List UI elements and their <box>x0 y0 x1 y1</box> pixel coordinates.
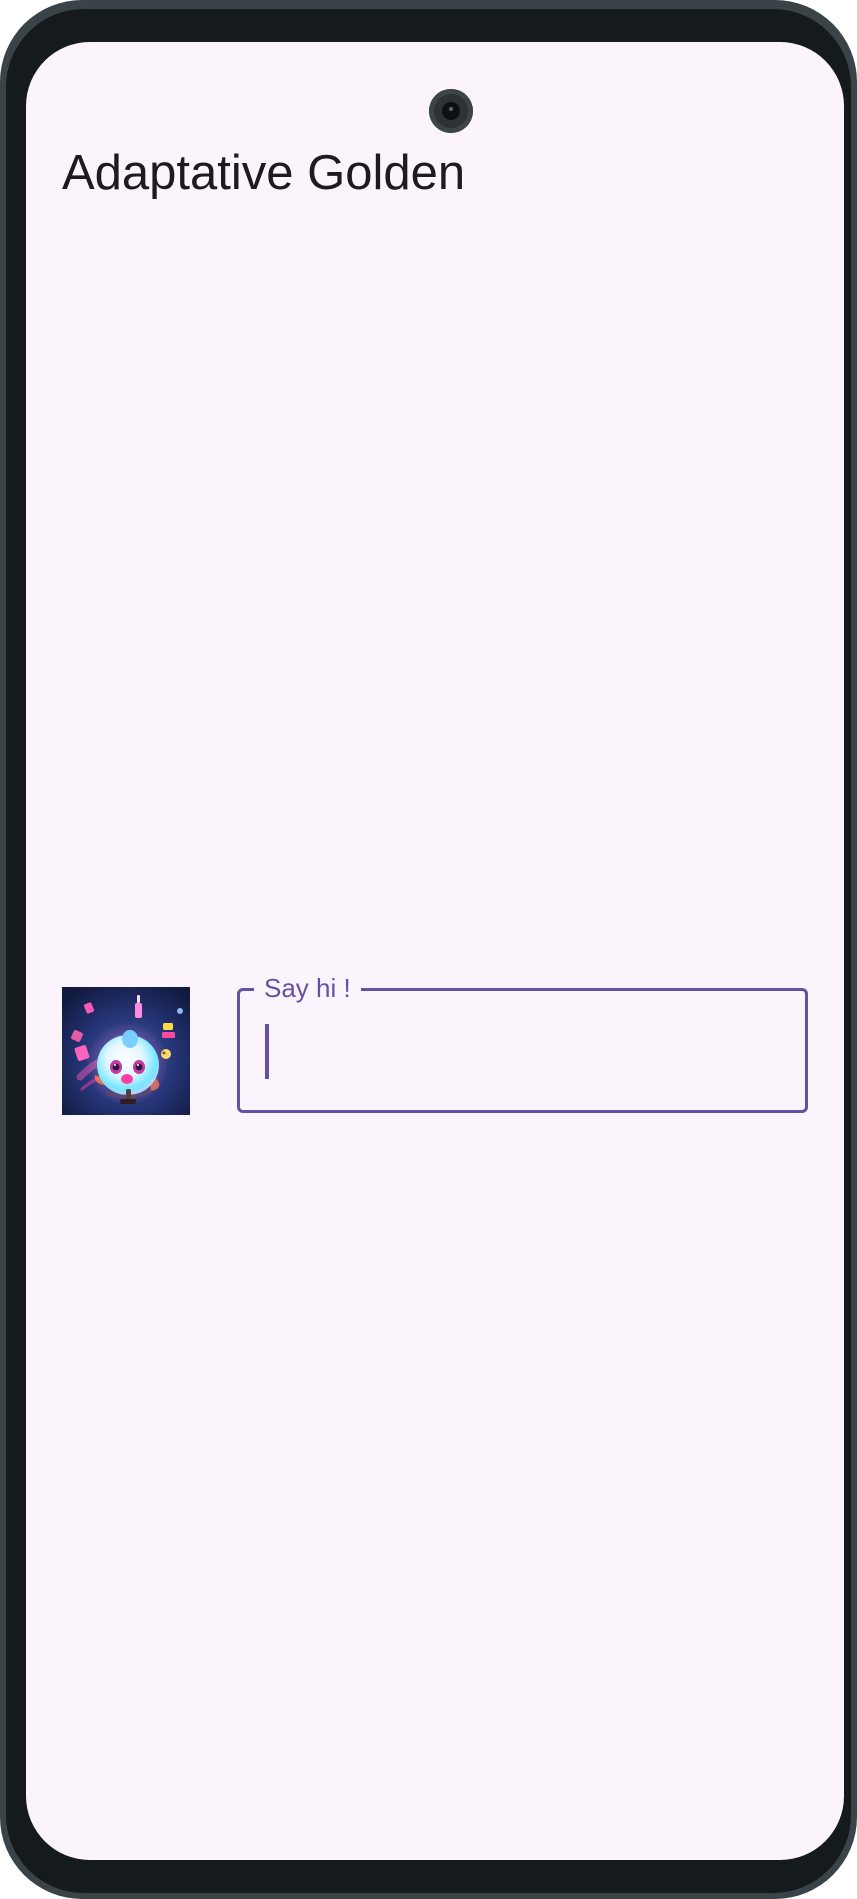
message-text-field[interactable]: Say hi ! <box>237 971 808 1113</box>
front-camera-icon <box>429 89 473 133</box>
character-illustration-icon <box>62 987 190 1115</box>
message-field-label: Say hi ! <box>254 971 361 1005</box>
phone-bezel: Adaptative Golden Say hi ! <box>6 9 851 1893</box>
camera-highlight <box>449 107 453 111</box>
phone-frame: Adaptative Golden Say hi ! <box>0 0 857 1899</box>
camera-lens <box>442 102 460 120</box>
avatar <box>62 987 190 1115</box>
text-cursor <box>265 1024 269 1079</box>
message-input[interactable] <box>260 1023 780 1079</box>
app-screen: Adaptative Golden Say hi ! <box>26 42 844 1860</box>
page-title: Adaptative Golden <box>62 146 466 200</box>
